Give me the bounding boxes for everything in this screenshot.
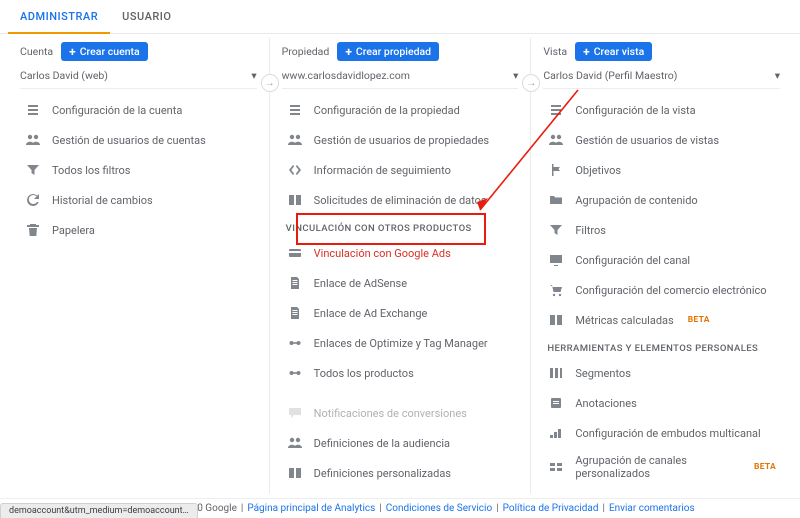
footer-link-privacy[interactable]: Política de Privacidad xyxy=(503,503,599,514)
settings-icon xyxy=(547,101,565,119)
view-content-grouping[interactable]: Agrupación de contenido xyxy=(543,185,780,215)
funnel-icon xyxy=(547,424,565,442)
property-conversion-notifications[interactable]: Notificaciones de conversiones xyxy=(282,398,519,428)
collapse-property-button[interactable]: → xyxy=(261,74,279,92)
view-multichannel-funnels[interactable]: Configuración de embudos multicanal xyxy=(543,418,780,448)
view-channel-settings[interactable]: Configuración del canal xyxy=(543,245,780,275)
users-icon xyxy=(286,131,304,149)
account-change-history[interactable]: Historial de cambios xyxy=(20,185,257,215)
account-trash[interactable]: Papelera xyxy=(20,215,257,245)
view-selector[interactable]: Carlos David (Perfil Maestro) ▾ xyxy=(543,65,780,89)
flag-icon xyxy=(547,161,565,179)
code-icon xyxy=(286,161,304,179)
create-property-button[interactable]: + Crear propiedad xyxy=(337,42,439,61)
link-all-products[interactable]: Todos los productos xyxy=(282,358,519,388)
view-goals[interactable]: Objetivos xyxy=(543,155,780,185)
segments-icon xyxy=(547,364,565,382)
speech-icon xyxy=(286,404,304,422)
footer-link-analytics-home[interactable]: Página principal de Analytics xyxy=(247,503,375,514)
view-head-label: Vista xyxy=(543,45,567,58)
property-tracking-info[interactable]: Información de seguimiento xyxy=(282,155,519,185)
account-selector[interactable]: Carlos David (web) ▾ xyxy=(20,65,257,89)
columns-icon xyxy=(547,311,565,329)
personal-tools-header: HERRAMIENTAS Y ELEMENTOS PERSONALES xyxy=(543,335,780,358)
property-audience-definitions[interactable]: Definiciones de la audiencia xyxy=(282,428,519,458)
view-annotations[interactable]: Anotaciones xyxy=(543,388,780,418)
tab-admin[interactable]: ADMINISTRAR xyxy=(8,0,110,33)
cart-icon xyxy=(547,281,565,299)
link-adsense[interactable]: Enlace de AdSense xyxy=(282,268,519,298)
channel-icon xyxy=(547,251,565,269)
tab-user[interactable]: USUARIO xyxy=(110,0,183,33)
view-user-management[interactable]: Gestión de usuarios de vistas xyxy=(543,125,780,155)
plus-icon: + xyxy=(69,46,76,58)
create-view-button[interactable]: + Crear vista xyxy=(575,42,652,61)
view-segments[interactable]: Segmentos xyxy=(543,358,780,388)
property-head-label: Propiedad xyxy=(282,45,330,58)
view-filters[interactable]: Filtros xyxy=(543,215,780,245)
create-account-button[interactable]: + Crear cuenta xyxy=(61,42,148,61)
filter-icon xyxy=(24,161,42,179)
view-custom-channel-grouping[interactable]: Agrupación de canales personalizadosBETA xyxy=(543,448,780,486)
note-icon xyxy=(547,394,565,412)
settings-icon xyxy=(24,101,42,119)
plus-icon: + xyxy=(583,46,590,58)
product-linking-header: VINCULACIÓN CON OTROS PRODUCTOS xyxy=(282,215,519,238)
chevron-down-icon: ▾ xyxy=(775,69,780,82)
link-icon xyxy=(286,334,304,352)
folder-icon xyxy=(547,191,565,209)
column-view: → Vista + Crear vista Carlos David (Perf… xyxy=(530,38,792,494)
link-icon xyxy=(286,364,304,382)
users-icon xyxy=(547,131,565,149)
users-icon xyxy=(286,434,304,452)
card-icon xyxy=(286,244,304,262)
account-user-management[interactable]: Gestión de usuarios de cuentas xyxy=(20,125,257,155)
beta-badge: BETA xyxy=(754,462,776,472)
settings-icon xyxy=(286,101,304,119)
chevron-down-icon: ▾ xyxy=(513,69,518,82)
view-settings[interactable]: Configuración de la vista xyxy=(543,95,780,125)
group-icon xyxy=(547,458,565,476)
collapse-view-button[interactable]: → xyxy=(522,74,540,92)
browser-tab-stub[interactable]: demoaccount&utm_medium=demoaccount… xyxy=(0,503,198,518)
account-head-label: Cuenta xyxy=(20,45,53,58)
columns-icon xyxy=(286,191,304,209)
view-ecommerce-settings[interactable]: Configuración del comercio electrónico xyxy=(543,275,780,305)
property-custom-definitions[interactable]: Definiciones personalizadas xyxy=(282,458,519,488)
link-google-ads[interactable]: Vinculación con Google Ads xyxy=(282,238,519,268)
column-property: → Propiedad + Crear propiedad www.carlos… xyxy=(269,38,531,494)
doc-icon xyxy=(286,304,304,322)
property-selector[interactable]: www.carlosdavidlopez.com ▾ xyxy=(282,65,519,89)
account-all-filters[interactable]: Todos los filtros xyxy=(20,155,257,185)
chevron-down-icon: ▾ xyxy=(251,69,256,82)
filter-icon xyxy=(547,221,565,239)
plus-icon: + xyxy=(345,46,352,58)
footer-link-tos[interactable]: Condiciones de Servicio xyxy=(386,503,492,514)
column-account: Cuenta + Crear cuenta Carlos David (web)… xyxy=(8,38,269,494)
view-calculated-metrics[interactable]: Métricas calculadasBETA xyxy=(543,305,780,335)
account-settings[interactable]: Configuración de la cuenta xyxy=(20,95,257,125)
history-icon xyxy=(24,191,42,209)
property-user-management[interactable]: Gestión de usuarios de propiedades xyxy=(282,125,519,155)
footer-link-feedback[interactable]: Enviar comentarios xyxy=(609,503,695,514)
link-optimize-tagmanager[interactable]: Enlaces de Optimize y Tag Manager xyxy=(282,328,519,358)
users-icon xyxy=(24,131,42,149)
property-settings[interactable]: Configuración de la propiedad xyxy=(282,95,519,125)
doc-icon xyxy=(286,274,304,292)
property-data-deletion[interactable]: Solicitudes de eliminación de datos xyxy=(282,185,519,215)
columns-icon xyxy=(286,464,304,482)
link-ad-exchange[interactable]: Enlace de Ad Exchange xyxy=(282,298,519,328)
beta-badge: BETA xyxy=(688,315,710,325)
trash-icon xyxy=(24,221,42,239)
